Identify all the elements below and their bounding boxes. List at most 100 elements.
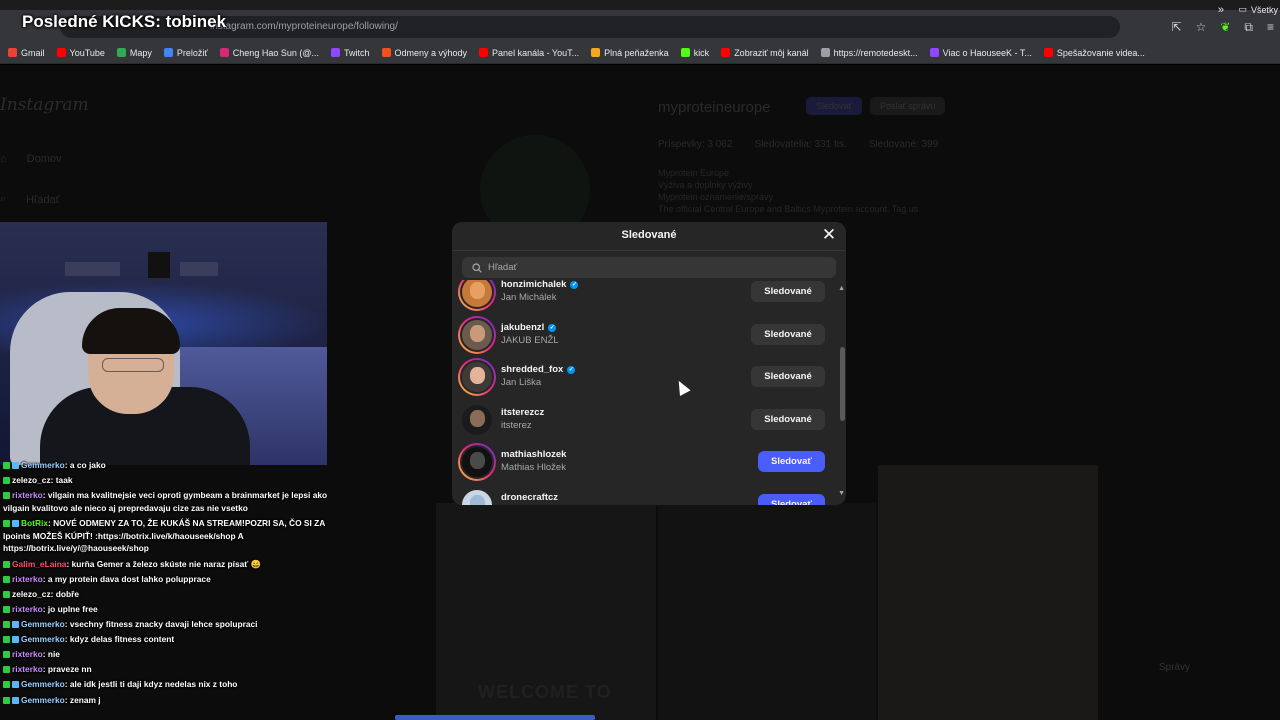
bookmark-item[interactable]: Mapy bbox=[116, 48, 152, 58]
extensions-puzzle-icon[interactable]: ⧉ bbox=[1244, 20, 1253, 35]
following-row[interactable]: mathiashlozek Mathias Hložek Sledovať bbox=[452, 440, 838, 482]
nav-home[interactable]: ⌂ Domov bbox=[0, 153, 62, 165]
stat-followers[interactable]: Sledovatelia: 331 tis. bbox=[754, 139, 846, 150]
nav-search[interactable]: ⌕ Hľadať bbox=[0, 193, 60, 206]
shelf bbox=[148, 252, 170, 278]
avatar-face bbox=[469, 282, 485, 300]
username-line[interactable]: itsterezcz bbox=[501, 407, 544, 418]
bookmark-item[interactable]: Gmail bbox=[8, 48, 45, 58]
chat-text: : kurňa Gemer a železo skúste nie naraz … bbox=[66, 558, 262, 569]
username[interactable]: itsterezcz bbox=[501, 407, 544, 418]
chat-username[interactable]: rixterko bbox=[12, 490, 43, 500]
search-box[interactable] bbox=[462, 257, 836, 278]
close-icon[interactable]: ✕ bbox=[820, 226, 838, 244]
chat-badge-icon bbox=[3, 560, 10, 568]
avatar-face bbox=[469, 325, 485, 343]
following-row[interactable]: honzimichalek ✓ Jan Michálek Sledované bbox=[452, 280, 838, 312]
taskbar bbox=[395, 715, 595, 720]
bookmark-item[interactable]: Cheng Hao Sun (@... bbox=[219, 48, 319, 58]
username[interactable]: dronecraftcz bbox=[501, 492, 558, 503]
chat-username[interactable]: rixterko bbox=[12, 664, 43, 674]
toolbar-icons: ⇱ ☆ ❦ ⧉ ≡ bbox=[1172, 20, 1274, 35]
install-icon[interactable]: ⇱ bbox=[1172, 20, 1182, 35]
bookmark-item[interactable]: Panel kanála - YouT... bbox=[479, 48, 579, 58]
avatar[interactable] bbox=[458, 486, 496, 505]
bookmark-favicon-icon bbox=[8, 48, 17, 57]
bookmark-item[interactable]: https://remotedeskt... bbox=[820, 48, 918, 58]
bookmark-item[interactable]: Zobraziť môj kanál bbox=[721, 48, 809, 58]
stream-overlay-title: Posledné KICKS: tobinek bbox=[22, 12, 227, 31]
username[interactable]: jakubenzl bbox=[501, 322, 544, 333]
username-line[interactable]: jakubenzl ✓ bbox=[501, 322, 557, 333]
bookmark-favicon-icon bbox=[1043, 48, 1053, 57]
bookmark-label: Gmail bbox=[21, 47, 45, 58]
username[interactable]: mathiashlozek bbox=[501, 449, 566, 460]
scroll-down-icon[interactable]: ▼ bbox=[838, 490, 845, 497]
profile-follow-button[interactable]: Sledovať bbox=[806, 97, 862, 115]
following-button[interactable]: Sledované bbox=[751, 409, 825, 430]
avatar[interactable] bbox=[458, 316, 496, 354]
username-line[interactable]: honzimichalek ✓ bbox=[501, 280, 579, 290]
avatar[interactable] bbox=[458, 280, 496, 311]
bookmark-item[interactable]: Twitch bbox=[330, 48, 370, 58]
tab-strip bbox=[0, 0, 1280, 10]
avatar[interactable] bbox=[458, 358, 496, 396]
messages-button[interactable]: Správy bbox=[1159, 662, 1190, 673]
following-row[interactable]: shredded_fox ✓ Jan Liška Sledované bbox=[452, 355, 838, 397]
bookmark-favicon-icon bbox=[381, 48, 391, 57]
chat-badge-icon bbox=[3, 477, 10, 485]
chat-username[interactable]: Gemmerko bbox=[21, 695, 65, 705]
post-tile[interactable] bbox=[878, 465, 1098, 720]
following-button[interactable]: Sledované bbox=[751, 324, 825, 345]
profile-message-button[interactable]: Poslať správu bbox=[870, 97, 946, 115]
chat-username[interactable]: zelezo_cz bbox=[12, 475, 51, 485]
bookmark-item[interactable]: YouTube bbox=[56, 47, 105, 58]
username-line[interactable]: dronecraftcz bbox=[501, 492, 558, 503]
avatar[interactable] bbox=[458, 401, 496, 439]
username[interactable]: shredded_fox bbox=[501, 364, 563, 375]
bookmark-item[interactable]: Odmeny a výhody bbox=[381, 48, 467, 58]
scrollbar-thumb[interactable] bbox=[840, 347, 845, 421]
bookmark-favicon-icon bbox=[330, 48, 340, 57]
bookmark-item[interactable]: kick bbox=[680, 48, 709, 58]
bookmark-label: YouTube bbox=[69, 47, 105, 58]
follow-button[interactable]: Sledovať bbox=[758, 451, 825, 472]
chat-username[interactable]: Gemmerko bbox=[21, 679, 65, 689]
bookmark-item[interactable]: Viac o HaouseeK - T... bbox=[929, 48, 1032, 58]
following-button[interactable]: Sledované bbox=[751, 366, 825, 387]
chat-message: Galim_eLaina: kurňa Gemer a železo skúst… bbox=[0, 557, 330, 572]
following-button[interactable]: Sledované bbox=[751, 281, 825, 302]
username[interactable]: honzimichalek bbox=[501, 280, 566, 290]
chat-username[interactable]: Gemmerko bbox=[21, 634, 65, 644]
chat-text: : NOVÉ ODMENY ZA TO, ŽE KUKÁŠ NA STREAM!… bbox=[3, 518, 326, 554]
chat-username[interactable]: rixterko bbox=[12, 574, 43, 584]
bookmark-star-icon[interactable]: ☆ bbox=[1196, 20, 1207, 35]
chat-username[interactable]: rixterko bbox=[12, 649, 43, 659]
post-tile[interactable] bbox=[658, 503, 876, 720]
search-input[interactable] bbox=[488, 262, 818, 273]
bookmark-item[interactable]: Spešažovanie videa... bbox=[1043, 48, 1145, 58]
bookmark-item[interactable]: Plná peňaženka bbox=[591, 48, 669, 58]
bookmark-item[interactable]: Preložiť bbox=[163, 48, 208, 58]
username-line[interactable]: mathiashlozek bbox=[501, 449, 566, 460]
following-row[interactable]: dronecraftcz Sledovať bbox=[452, 483, 838, 505]
stat-following[interactable]: Sledované: 399 bbox=[869, 139, 939, 150]
scroll-up-icon[interactable]: ▲ bbox=[838, 285, 845, 292]
follow-button[interactable]: Sledovať bbox=[758, 494, 825, 505]
chat-username[interactable]: Galim_eLaina bbox=[12, 559, 66, 569]
following-row[interactable]: itsterezcz itsterez Sledované bbox=[452, 398, 838, 440]
chat-username[interactable]: BotRix bbox=[21, 518, 48, 528]
menu-icon[interactable]: ≡ bbox=[1267, 20, 1274, 35]
chat-username[interactable]: rixterko bbox=[12, 604, 43, 614]
extension-leaf-icon[interactable]: ❦ bbox=[1220, 20, 1230, 35]
username-line[interactable]: shredded_fox ✓ bbox=[501, 364, 576, 375]
chat-badge-icon bbox=[12, 636, 19, 644]
all-bookmarks[interactable]: ▭ Všetky bbox=[1238, 4, 1278, 15]
avatar-face bbox=[469, 495, 485, 505]
chat-username[interactable]: Gemmerko bbox=[21, 460, 65, 470]
bookmarks-more-icon[interactable]: » bbox=[1218, 4, 1224, 16]
chat-username[interactable]: zelezo_cz bbox=[12, 589, 51, 599]
chat-username[interactable]: Gemmerko bbox=[21, 619, 65, 629]
avatar[interactable] bbox=[458, 443, 496, 481]
following-row[interactable]: jakubenzl ✓ JAKUB ENŽL Sledované bbox=[452, 313, 838, 355]
